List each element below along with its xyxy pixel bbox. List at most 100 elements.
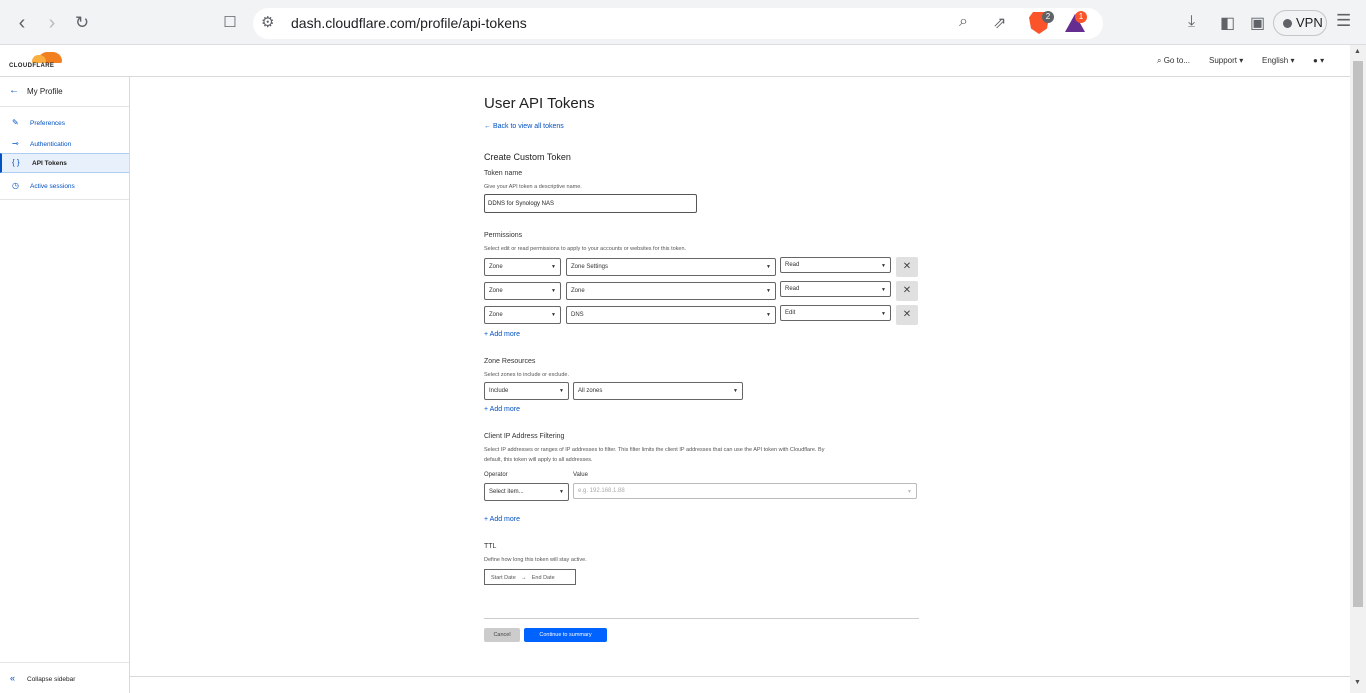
forward-icon[interactable]: › [41,12,63,34]
select-value: Include [489,388,509,394]
braces-icon: { } [12,158,20,167]
start-date-placeholder: Start Date [491,575,516,581]
remove-permission-button-1[interactable]: ✕ [896,257,918,277]
caret-down-icon: ▼ [766,264,771,270]
select-value: All zones [578,388,603,394]
sidebar-toggle-icon[interactable]: ◧ [1220,13,1235,33]
browser-toolbar: ‹ › ↻ ☐ ⚙ dash.cloudflare.com/profile/ap… [0,0,1366,45]
sidebar-item-active-sessions[interactable]: ◷ Active sessions [0,177,129,197]
rewards-count-badge: 1 [1075,11,1087,23]
select-value: Read [785,262,800,268]
remove-permission-button-2[interactable]: ✕ [896,281,918,301]
sidebar-item-label: Authentication [30,141,72,148]
sidebar-back-label: My Profile [27,87,63,96]
caret-down-icon: ▼ [733,388,738,394]
scroll-thumb[interactable] [1353,61,1363,607]
remove-permission-button-3[interactable]: ✕ [896,305,918,325]
permission-resource-select-1[interactable]: Zone Settings ▼ [566,258,776,276]
language-label: English [1262,56,1289,65]
select-value: Zone [489,312,503,318]
add-permission-link[interactable]: + Add more [484,331,520,338]
permissions-label: Permissions [484,232,523,239]
zone-select[interactable]: All zones ▼ [573,382,743,400]
sidebar-item-authentication[interactable]: ⊸ Authentication [0,135,129,155]
permission-resource-select-3[interactable]: DNS ▼ [566,306,776,324]
ip-value-input[interactable]: e.g. 192.168.1.88 ▼ [573,483,917,499]
sidebar: ← My Profile ✎ Preferences ⊸ Authenticat… [0,77,130,693]
sidebar-item-preferences[interactable]: ✎ Preferences [0,114,129,134]
arrow-left-icon: ← [9,85,19,96]
permission-resource-select-2[interactable]: Zone ▼ [566,282,776,300]
support-label: Support [1209,56,1238,65]
form-footer-divider [484,618,919,619]
caret-down-icon: ▼ [881,263,886,269]
permission-scope-select-3[interactable]: Zone ▼ [484,306,561,324]
language-menu[interactable]: English ▾ [1262,56,1295,65]
bookmark-icon[interactable]: ☐ [219,12,241,34]
add-ip-filter-link[interactable]: + Add more [484,516,520,523]
zoom-icon[interactable]: ⌕ [959,13,968,31]
permission-access-select-3[interactable]: Edit ▼ [780,305,891,321]
ttl-label: TTL [484,543,497,550]
menu-icon[interactable]: ☰ [1336,11,1351,31]
url-text[interactable]: dash.cloudflare.com/profile/api-tokens [291,15,527,31]
select-value: Read [785,286,800,292]
double-chevron-left-icon: « [10,673,16,683]
support-menu[interactable]: Support ▾ [1209,56,1243,65]
vpn-button[interactable]: VPN [1273,10,1327,36]
add-zone-link[interactable]: + Add more [484,406,520,413]
downloads-icon[interactable]: ⤓ [1188,13,1195,31]
permissions-hint: Select edit or read permissions to apply… [484,246,687,252]
caret-down-icon: ▼ [551,264,556,270]
continue-to-summary-button[interactable]: Continue to summary [524,628,607,642]
select-value: Zone [571,288,585,294]
ttl-hint: Define how long this token will stay act… [484,557,587,563]
close-icon: ✕ [902,309,912,320]
select-value: Zone [489,288,503,294]
back-to-tokens-link[interactable]: ← Back to view all tokens [484,123,564,130]
caret-down-icon: ▼ [559,388,564,394]
operator-select[interactable]: Select item... ▼ [484,483,569,501]
share-icon[interactable]: ⇗ [993,13,1006,33]
sidebar-back-my-profile[interactable]: ← My Profile [0,77,129,107]
cancel-button[interactable]: Cancel [484,628,520,642]
zone-resources-hint: Select zones to include or exclude. [484,372,569,378]
close-icon: ✕ [902,261,912,272]
arrow-right-icon: → [520,575,527,581]
close-icon: ✕ [902,285,912,296]
select-value: Select item... [489,489,524,495]
cloudflare-logo-cloud-small [32,55,46,63]
permission-scope-select-1[interactable]: Zone ▼ [484,258,561,276]
shields-count-badge: 2 [1042,11,1054,23]
back-icon[interactable]: ‹ [11,12,33,34]
zone-include-select[interactable]: Include ▼ [484,382,569,400]
wallet-icon[interactable]: ▣ [1250,13,1265,33]
collapse-sidebar-button[interactable]: « Collapse sidebar [0,662,129,693]
reload-icon[interactable]: ↻ [71,12,93,34]
caret-down-icon: ▼ [551,312,556,318]
site-settings-icon[interactable]: ⚙ [261,13,274,31]
scroll-up-icon[interactable]: ▲ [1354,48,1361,55]
caret-down-icon: ▼ [559,489,564,495]
address-bar[interactable]: ⚙ dash.cloudflare.com/profile/api-tokens… [253,8,1103,39]
operator-label: Operator [484,472,508,478]
ttl-date-range-picker[interactable]: Start Date → End Date [484,569,576,585]
permission-access-select-2[interactable]: Read ▼ [780,281,891,297]
vpn-label: VPN [1296,15,1323,30]
goto-button[interactable]: ⌕ Go to... [1157,56,1190,66]
logo-text[interactable]: CLOUDFLARE [9,63,54,69]
permission-access-select-1[interactable]: Read ▼ [780,257,891,273]
page-scrollbar[interactable]: ▲ ▼ [1350,45,1366,693]
permission-scope-select-2[interactable]: Zone ▼ [484,282,561,300]
caret-down-icon: ▼ [551,288,556,294]
vpn-status-icon [1283,19,1292,28]
sidebar-item-api-tokens[interactable]: { } API Tokens [0,153,129,173]
back-link-label: Back to view all tokens [492,123,564,130]
input-placeholder: e.g. 192.168.1.88 [578,488,625,494]
caret-down-icon: ▼ [766,288,771,294]
sidebar-divider [0,199,129,200]
scroll-down-icon[interactable]: ▼ [1354,679,1361,686]
main-content: User API Tokens ← Back to view all token… [130,77,1350,677]
token-name-input[interactable]: DDNS for Synology NAS [484,194,697,213]
user-menu[interactable]: ● ▾ [1313,56,1324,65]
